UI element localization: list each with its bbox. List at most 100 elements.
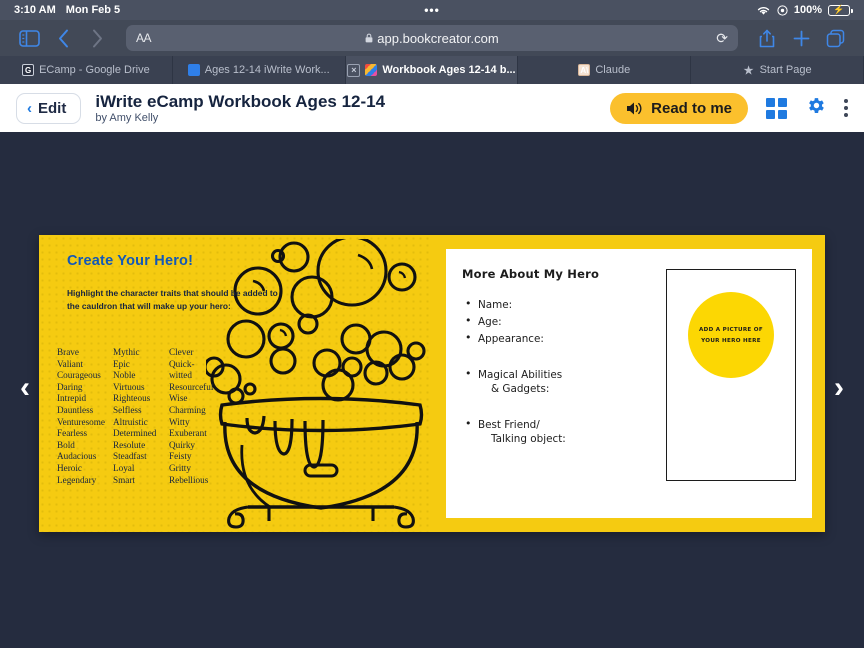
trait-word[interactable]: Steadfast <box>113 451 169 463</box>
browser-tab[interactable]: A\ Claude <box>518 56 692 84</box>
hero-detail-item[interactable]: Appearance: <box>462 331 656 346</box>
trait-word[interactable]: Witty <box>169 417 231 429</box>
share-icon[interactable] <box>752 24 782 52</box>
hero-detail-item[interactable]: Age: <box>462 314 656 329</box>
reader-stage: ‹ › Create Your Hero! Highlight the char… <box>0 132 864 644</box>
battery-percent: 100% <box>793 4 822 16</box>
gear-icon[interactable] <box>805 95 826 121</box>
browser-tab[interactable]: × Workbook Ages 12-14 b... <box>345 56 519 84</box>
trait-column: Mythic Epic Noble Virtuous Righteous Selfless… <box>113 347 169 486</box>
trait-word[interactable]: Rebellious <box>169 475 231 487</box>
tab-title: Workbook Ages 12-14 b... <box>382 64 516 76</box>
trait-word[interactable]: Epic <box>113 359 169 371</box>
hero-detail-item[interactable]: Best Friend/Talking object: <box>462 417 656 446</box>
status-time: 3:10 AM <box>14 4 56 16</box>
forward-button[interactable] <box>82 24 112 52</box>
kebab-menu-icon[interactable] <box>844 99 848 117</box>
trait-word[interactable]: Determined <box>113 428 169 440</box>
reload-icon[interactable]: ⟳ <box>716 30 728 47</box>
status-bar-left: 3:10 AM Mon Feb 5 <box>14 4 120 16</box>
book-page-right[interactable]: More About My Hero Name: Age: Appearance: M… <box>432 235 825 532</box>
trait-column: Clever Quick-witted Resourceful Wise Charmin… <box>169 347 231 486</box>
trait-word[interactable]: Altruistic <box>113 417 169 429</box>
trait-word[interactable]: Mythic <box>113 347 169 359</box>
book-author: by Amy Kelly <box>95 112 159 125</box>
sidebar-icon[interactable] <box>14 24 44 52</box>
next-page-button[interactable]: › <box>819 373 859 403</box>
claude-icon: A\ <box>578 64 591 76</box>
hero-photo-placeholder-box[interactable]: ADD A PICTURE OF YOUR HERO HERE <box>666 269 796 481</box>
trait-word[interactable]: Brave <box>57 347 113 359</box>
trait-word[interactable]: Heroic <box>57 463 113 475</box>
tab-bar: G ECamp - Google Drive Ages 12-14 iWrite W… <box>0 56 864 84</box>
tab-title: Claude <box>595 64 631 76</box>
trait-word[interactable]: Courageous <box>57 370 113 382</box>
chevron-right-icon <box>92 29 102 47</box>
grid-pages-icon[interactable] <box>766 97 787 119</box>
lock-icon <box>365 33 373 43</box>
star-icon: ★ <box>743 64 754 77</box>
wifi-icon <box>757 6 769 15</box>
add-picture-circle[interactable]: ADD A PICTURE OF YOUR HERO HERE <box>688 292 774 378</box>
trait-word[interactable]: Legendary <box>57 475 113 487</box>
trait-word[interactable]: Daring <box>57 382 113 394</box>
trait-word[interactable]: Quick- <box>169 359 231 371</box>
address-bar[interactable]: AA app.bookcreator.com ⟳ <box>126 25 738 51</box>
trait-word[interactable]: Smart <box>113 475 169 487</box>
status-date: Mon Feb 5 <box>65 4 121 16</box>
plus-icon <box>793 30 809 46</box>
book-spread: Create Your Hero! Highlight the characte… <box>39 235 825 532</box>
trait-word[interactable]: Righteous <box>113 393 169 405</box>
trait-word[interactable]: Loyal <box>113 463 169 475</box>
book-page-left[interactable]: Create Your Hero! Highlight the characte… <box>39 235 432 532</box>
trait-word[interactable]: Exuberant <box>169 428 231 440</box>
browser-toolbar: AA app.bookcreator.com ⟳ <box>0 20 864 56</box>
trait-word[interactable]: Fearless <box>57 428 113 440</box>
trait-word[interactable]: witted <box>169 370 231 382</box>
cauldron-with-bubbles-illustration <box>206 239 426 529</box>
left-page-instructions: Highlight the character traits that shou… <box>67 288 278 311</box>
trait-word[interactable]: Virtuous <box>113 382 169 394</box>
new-tab-button[interactable] <box>786 24 816 52</box>
hero-detail-item[interactable]: Magical Abilities& Gadgets: <box>462 367 656 396</box>
trait-word[interactable]: Quirky <box>169 440 231 452</box>
url-display: app.bookcreator.com <box>126 31 738 46</box>
trait-word[interactable]: Gritty <box>169 463 231 475</box>
browser-tab[interactable]: G ECamp - Google Drive <box>0 56 173 84</box>
trait-word[interactable]: Venturesome <box>57 417 113 429</box>
close-icon[interactable]: × <box>347 63 361 77</box>
tabs-overview-icon[interactable] <box>820 24 850 52</box>
browser-tab[interactable]: Ages 12-14 iWrite Work... <box>173 56 346 84</box>
trait-word[interactable]: Charming <box>169 405 231 417</box>
tab-title: ECamp - Google Drive <box>39 64 150 76</box>
read-to-me-label: Read to me <box>651 99 732 117</box>
browser-tab[interactable]: ★ Start Page <box>691 56 864 84</box>
trait-word[interactable]: Valiant <box>57 359 113 371</box>
status-dots: ••• <box>424 3 440 17</box>
trait-word[interactable]: Noble <box>113 370 169 382</box>
trait-word[interactable]: Feisty <box>169 451 231 463</box>
edit-button[interactable]: ‹ Edit <box>16 92 82 124</box>
trait-word[interactable]: Resourceful <box>169 382 231 394</box>
trait-word[interactable]: Bold <box>57 440 113 452</box>
document-icon <box>187 64 200 76</box>
trait-word[interactable]: Clever <box>169 347 231 359</box>
trait-word[interactable]: Wise <box>169 393 231 405</box>
back-button[interactable] <box>48 24 78 52</box>
hero-detail-item[interactable]: Name: <box>462 297 656 312</box>
read-to-me-button[interactable]: Read to me <box>610 92 748 124</box>
trait-columns: Brave Valiant Courageous Daring Intrepid Daun… <box>57 347 231 486</box>
book-title-block: iWrite eCamp Workbook Ages 12-14 by Amy … <box>95 92 385 125</box>
ios-status-bar: 3:10 AM Mon Feb 5 ••• 100% ⚡ <box>0 0 864 20</box>
google-drive-icon: G <box>22 64 35 76</box>
trait-word[interactable]: Dauntless <box>57 405 113 417</box>
trait-word[interactable]: Selfless <box>113 405 169 417</box>
url-text: app.bookcreator.com <box>377 30 499 46</box>
status-bar-right: 100% ⚡ <box>756 4 853 16</box>
trait-word[interactable]: Intrepid <box>57 393 113 405</box>
hero-detail-continuation: Talking object: <box>491 433 566 445</box>
ipad-screen: 3:10 AM Mon Feb 5 ••• 100% ⚡ AA app.book… <box>0 0 864 648</box>
trait-word[interactable]: Resolute <box>113 440 169 452</box>
left-page-title: Create Your Hero! <box>67 253 194 269</box>
trait-word[interactable]: Audacious <box>57 451 113 463</box>
